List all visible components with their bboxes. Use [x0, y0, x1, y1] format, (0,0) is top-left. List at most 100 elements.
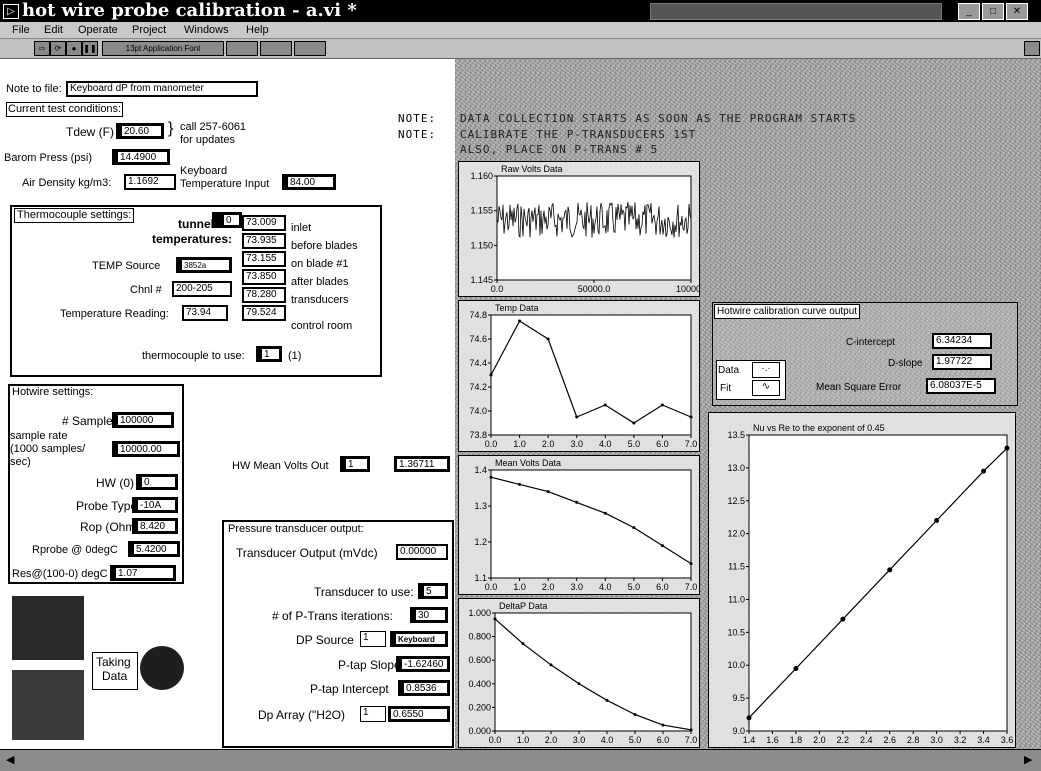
mean-volts-chart: Mean Volts Data 1.4 1.3 1.2 1.1 0.0 1.0 2.0 3.0 4… — [458, 455, 700, 595]
y-tick-label: 12.0 — [727, 529, 745, 539]
thermocouple-use-hint: (1) — [288, 350, 302, 362]
run-continuous-icon[interactable]: ⟳ — [50, 41, 66, 56]
font-ring[interactable]: 13pt Application Font — [102, 41, 224, 56]
x-tick-label: 1.4 — [743, 735, 756, 745]
data-point — [518, 319, 522, 323]
legend-data-icon[interactable]: ·.· — [752, 362, 780, 378]
close-button[interactable]: ✕ — [1006, 3, 1028, 20]
temp-value-control: 79.524 — [242, 305, 286, 321]
probe-type-ring[interactable]: -10A — [132, 497, 178, 513]
temp-label-control: control room — [291, 320, 353, 332]
menu-file[interactable]: File — [12, 23, 30, 37]
ptrans-iter-input[interactable]: 30 — [410, 607, 448, 623]
y-tick-label: 0.800 — [468, 632, 491, 642]
keyboard-label-2: Temperature Input — [180, 178, 270, 190]
x-tick-label: 0.0 — [489, 735, 502, 745]
rop-input[interactable]: 8.420 — [132, 518, 178, 534]
menu-windows[interactable]: Windows — [184, 23, 229, 37]
x-tick-label: 3.0 — [570, 439, 583, 449]
align-icon[interactable] — [226, 41, 258, 56]
sample-rate-input[interactable]: 10000.00 — [112, 441, 180, 457]
horizontal-scrollbar[interactable]: ◀ ▶ — [0, 749, 1041, 771]
vi-icon[interactable]: ▷ — [3, 4, 19, 19]
chnl-input[interactable]: 200-205 — [172, 281, 232, 297]
x-tick-label: 7.0 — [685, 439, 698, 449]
nu-re-chart: Nu vs Re to the exponent of 0.45 13.5 13.0… — [708, 412, 1016, 748]
plot-area — [490, 314, 692, 436]
legend-fit-label: Fit — [720, 383, 732, 394]
conditions-header: Current test conditions: — [6, 102, 124, 117]
x-tick-label: 4.0 — [599, 439, 612, 449]
thermocouple-use-input[interactable]: 1 — [256, 346, 282, 362]
c-intercept-label: C-intercept — [846, 337, 895, 348]
data-point — [493, 617, 497, 621]
pause-icon[interactable]: ❚❚ — [82, 41, 98, 56]
window-title: hot wire probe calibration - a.vi * — [22, 0, 357, 21]
x-tick-label: 0.0 — [485, 582, 498, 592]
res-input[interactable]: 1.07 — [110, 565, 176, 581]
data-point — [603, 403, 607, 407]
menu-edit[interactable]: Edit — [44, 23, 63, 37]
scroll-left-icon[interactable]: ◀ — [6, 753, 14, 766]
transducer-output-label: Transducer Output (mVdc) — [236, 546, 378, 560]
dp-source-ring[interactable]: Keyboard — [390, 631, 448, 647]
taking-data-led — [140, 646, 184, 690]
data-point — [518, 482, 522, 486]
d-slope-label: D-slope — [888, 358, 923, 369]
samples-input[interactable]: 100000 — [112, 412, 174, 428]
x-tick-label: 2.2 — [837, 735, 850, 745]
plot-area — [494, 612, 692, 732]
temp-reading-display: 73.94 — [182, 305, 228, 321]
menu-project[interactable]: Project — [132, 23, 166, 37]
x-tick-label: 3.4 — [977, 735, 990, 745]
run-arrow-icon[interactable]: ⇨ — [34, 41, 50, 56]
x-tick-label: 3.2 — [954, 735, 967, 745]
data-point — [546, 337, 550, 341]
dp-array-index[interactable]: 1 — [360, 706, 386, 722]
x-tick-label: 5.0 — [628, 439, 641, 449]
data-point — [577, 682, 581, 686]
context-help-icon[interactable] — [1024, 41, 1040, 56]
temp-source-ring[interactable]: 3852a — [176, 257, 232, 273]
y-tick-label: 1.3 — [474, 501, 487, 511]
distribute-icon[interactable] — [260, 41, 292, 56]
hw-input[interactable]: 0 — [136, 474, 178, 490]
y-tick-label: 74.2 — [469, 382, 487, 392]
x-tick-label: 2.8 — [907, 735, 920, 745]
dp-source-index[interactable]: 1 — [360, 631, 386, 647]
note-label-1: NOTE: — [398, 112, 437, 125]
reorder-icon[interactable] — [294, 41, 326, 56]
tunnel-index[interactable]: 0 — [212, 212, 242, 228]
temp-label-transducers: transducers — [291, 294, 349, 306]
maximize-button[interactable]: □ — [982, 3, 1004, 20]
ptap-slope-input[interactable]: -1.62460 — [396, 656, 450, 672]
hw-mean-index[interactable]: 1 — [340, 456, 370, 472]
minimize-button[interactable]: _ — [958, 3, 980, 20]
tdew-input[interactable]: 20.60 — [116, 123, 164, 139]
data-point — [575, 500, 579, 504]
transducer-output-display: 0.00000 — [396, 544, 448, 560]
y-tick-label: 74.4 — [469, 358, 487, 368]
abort-icon[interactable]: ● — [66, 41, 82, 56]
barom-input[interactable]: 14.4900 — [112, 149, 170, 165]
data-point — [661, 723, 665, 727]
note-to-file-input[interactable]: Keyboard dP from manometer — [66, 81, 258, 97]
rprobe-input[interactable]: 5.4200 — [128, 541, 180, 557]
ptap-slope-label: P-tap Slope — [338, 658, 401, 672]
ptap-intercept-input[interactable]: 0.8536 — [398, 680, 450, 696]
menu-help[interactable]: Help — [246, 23, 269, 37]
y-tick-label: 1.155 — [470, 206, 493, 216]
x-tick-label: 3.6 — [1001, 735, 1014, 745]
keyboard-temp-input[interactable]: 84.00 — [282, 174, 336, 190]
d-slope-display: 1.97722 — [932, 354, 992, 370]
ptrans-iter-label: # of P-Trans iterations: — [272, 609, 393, 623]
scroll-right-icon[interactable]: ▶ — [1024, 753, 1032, 766]
temp-label-blade: on blade #1 — [291, 258, 349, 270]
menu-operate[interactable]: Operate — [78, 23, 118, 37]
y-tick-label: 1.160 — [470, 171, 493, 181]
legend-fit-icon[interactable]: ∿ — [752, 380, 780, 396]
x-tick-label: 2.6 — [883, 735, 896, 745]
transducer-use-input[interactable]: 5 — [418, 583, 448, 599]
temp-value-inlet: 73.009 — [242, 215, 286, 231]
status-led-2 — [12, 670, 84, 740]
